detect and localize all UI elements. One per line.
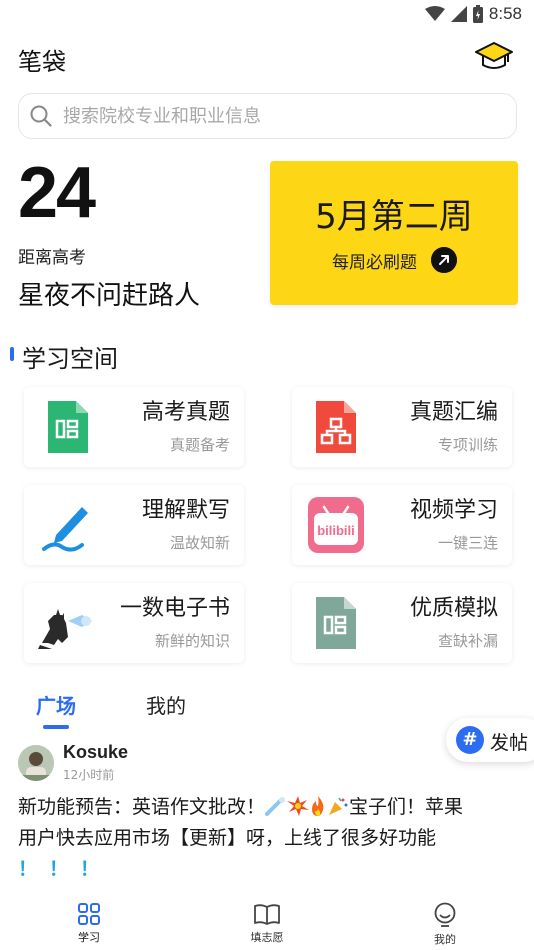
tab-mine[interactable]: 我的 bbox=[146, 690, 186, 719]
post-timestamp: 12小时前 bbox=[63, 768, 115, 782]
tile-title: 视频学习 bbox=[409, 498, 498, 523]
party-popper-emoji-icon bbox=[329, 797, 348, 815]
create-post-button[interactable]: # 发帖 bbox=[446, 718, 534, 762]
status-bar: 8:58 bbox=[0, 0, 534, 30]
page-title: 笔袋 bbox=[18, 48, 66, 76]
motto-text: 星夜不问赶路人 bbox=[18, 281, 201, 311]
post-text-part: 用户快去应用市场【更新】呀，上线了很多好功能 bbox=[18, 827, 437, 849]
countdown-days: 24 bbox=[18, 153, 96, 233]
tile-mock-exam[interactable]: 优质模拟 查缺补漏 bbox=[292, 583, 512, 663]
tile-question-compilation[interactable]: 真题汇编 专项训练 bbox=[292, 387, 512, 467]
nav-label: 填志愿 bbox=[250, 931, 284, 944]
tile-subtitle: 查缺补漏 bbox=[437, 632, 498, 650]
tab-indicator bbox=[43, 725, 69, 729]
red-document-icon bbox=[316, 401, 356, 453]
svg-text:bilibili: bilibili bbox=[317, 523, 355, 538]
gray-document-icon bbox=[316, 597, 356, 649]
tile-subtitle: 专项训练 bbox=[437, 436, 498, 454]
bottom-nav: 学习 填志愿 我的 bbox=[0, 888, 534, 950]
search-icon bbox=[30, 105, 52, 127]
hashtag-icon: # bbox=[456, 726, 484, 754]
status-icons: 8:58 bbox=[424, 4, 522, 24]
godzilla-icon bbox=[38, 609, 92, 649]
section-accent-bar bbox=[10, 347, 14, 361]
avatar[interactable] bbox=[18, 745, 54, 781]
nav-study[interactable]: 学习 bbox=[49, 902, 129, 948]
search-input[interactable] bbox=[63, 100, 503, 132]
collision-emoji-icon bbox=[287, 796, 310, 816]
tile-title: 理解默写 bbox=[141, 498, 230, 523]
tab-square[interactable]: 广场 bbox=[36, 690, 76, 719]
battery-icon bbox=[472, 5, 483, 23]
tile-subtitle: 温故知新 bbox=[169, 534, 230, 552]
nav-label: 我的 bbox=[434, 933, 456, 946]
section-title: 学习空间 bbox=[22, 345, 118, 373]
post-text-part: 新功能预告：英语作文批改！ bbox=[18, 796, 266, 818]
post-content[interactable]: 新功能预告：英语作文批改！ 宝子们！苹果 用户快去应用市场【更新】呀，上线了很多好… bbox=[18, 792, 518, 885]
avatar-image bbox=[18, 745, 54, 781]
tile-subtitle: 真题备考 bbox=[169, 436, 230, 454]
comet-emoji-icon bbox=[265, 797, 286, 816]
tile-recitation[interactable]: 理解默写 温故知新 bbox=[24, 485, 244, 565]
green-document-icon bbox=[48, 401, 88, 453]
arrow-up-right-icon bbox=[431, 247, 457, 273]
wifi-icon bbox=[424, 6, 445, 21]
tile-title: 一数电子书 bbox=[119, 596, 230, 621]
bilibili-icon: bilibili bbox=[308, 497, 364, 553]
post-text-part: ！！！ bbox=[18, 858, 112, 880]
week-title: 5月第二周 bbox=[315, 197, 473, 237]
nav-apply[interactable]: 填志愿 bbox=[227, 902, 307, 948]
countdown-label: 距离高考 bbox=[18, 248, 86, 268]
weekly-practice-card[interactable]: 5月第二周 每周必刷题 bbox=[270, 161, 518, 305]
post-text-part: 宝子们！苹果 bbox=[349, 796, 464, 818]
fire-emoji-icon bbox=[312, 796, 324, 816]
tile-title: 真题汇编 bbox=[409, 400, 498, 425]
search-bar[interactable] bbox=[18, 93, 517, 139]
pen-icon bbox=[42, 507, 88, 552]
tile-title: 高考真题 bbox=[141, 400, 230, 425]
tile-gaokao-questions[interactable]: 高考真题 真题备考 bbox=[24, 387, 244, 467]
create-post-label: 发帖 bbox=[490, 732, 529, 754]
signal-icon bbox=[450, 6, 467, 22]
tile-subtitle: 新鲜的知识 bbox=[154, 632, 230, 650]
nav-mine[interactable]: 我的 bbox=[405, 902, 485, 948]
graduation-cap-icon[interactable] bbox=[474, 38, 514, 74]
week-subtitle: 每周必刷题 bbox=[332, 253, 417, 273]
tile-video-learning[interactable]: bilibili 视频学习 一键三连 bbox=[292, 485, 512, 565]
book-icon bbox=[254, 904, 280, 925]
tile-ebook[interactable]: 一数电子书 新鲜的知识 bbox=[24, 583, 244, 663]
post-username[interactable]: Kosuke bbox=[63, 742, 128, 763]
clock: 8:58 bbox=[488, 4, 522, 23]
person-icon bbox=[434, 902, 456, 927]
nav-label: 学习 bbox=[78, 931, 100, 944]
tile-subtitle: 一键三连 bbox=[437, 534, 498, 552]
tile-title: 优质模拟 bbox=[409, 596, 498, 621]
grid-icon bbox=[78, 903, 100, 925]
